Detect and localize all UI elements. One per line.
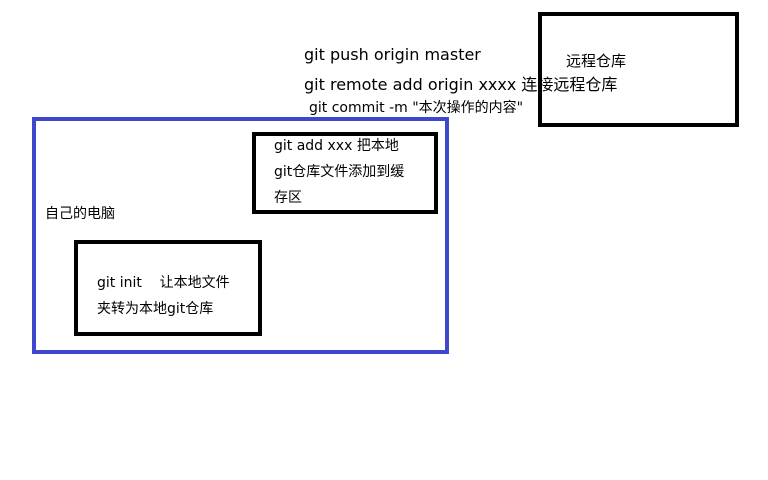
git-init-line-2: 夹转为本地git仓库 <box>97 301 214 317</box>
git-commit-command: git commit -m "本次操作的内容" <box>309 100 524 116</box>
git-remote-add-command: git remote add origin xxxx 连接远程仓库 <box>304 75 618 94</box>
git-push-command: git push origin master <box>304 45 481 64</box>
remote-repo-label: 远程仓库 <box>566 52 627 70</box>
git-init-line-1: git init 让本地文件 <box>97 275 230 291</box>
git-add-line-3: 存区 <box>274 190 302 206</box>
git-add-line-1: git add xxx 把本地 <box>274 138 399 154</box>
git-add-line-2: git仓库文件添加到缓 <box>274 164 405 180</box>
computer-label: 自己的电脑 <box>45 206 115 222</box>
